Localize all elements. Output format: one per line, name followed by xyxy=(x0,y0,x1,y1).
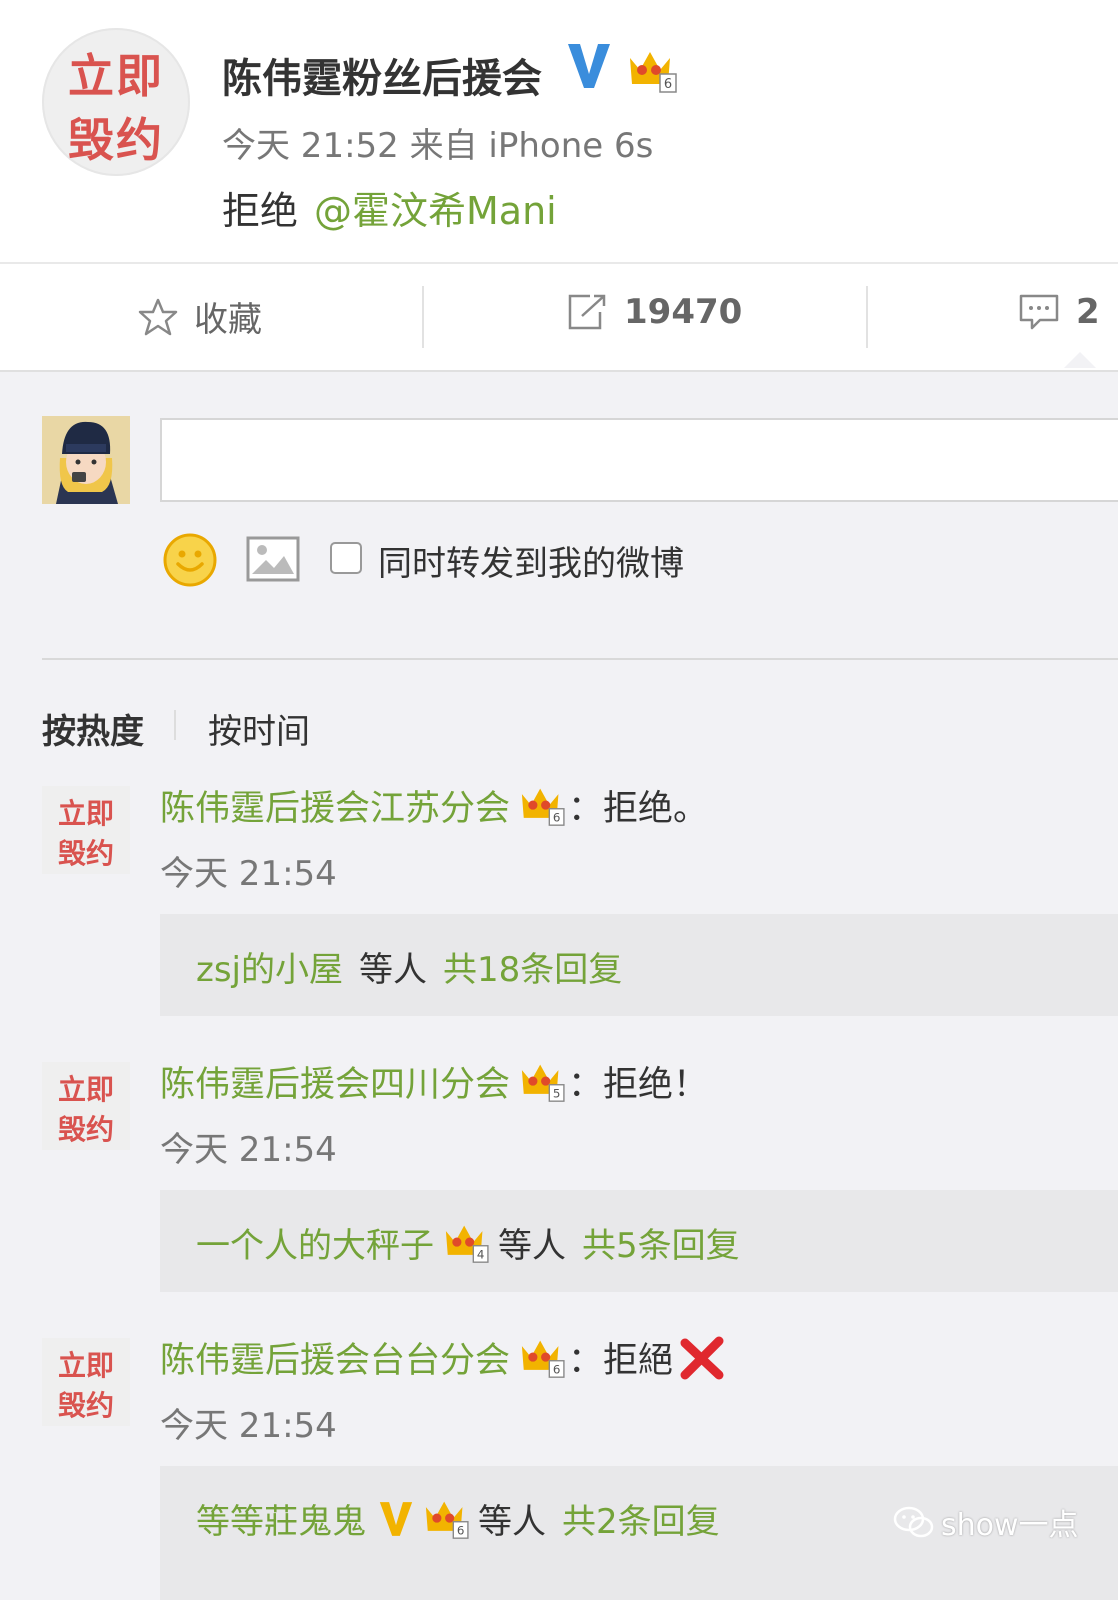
comment-text: ：拒绝！ xyxy=(568,1065,709,1105)
verified-v-icon xyxy=(379,1501,413,1536)
repost-checkbox[interactable] xyxy=(330,542,362,574)
comment-line: 陈伟霆后援会江苏分会 6 ：拒绝。 xyxy=(160,780,708,831)
repost-icon xyxy=(568,294,606,330)
post-time-source: 今天 21:52 来自 iPhone 6s xyxy=(222,126,654,166)
reply-user[interactable]: 等等莊鬼鬼 xyxy=(196,1494,366,1543)
favorite-button[interactable]: 收藏 xyxy=(138,292,262,341)
comment-line: 陈伟霆后援会四川分会 5 ：拒绝！ xyxy=(160,1056,708,1107)
wechat-icon xyxy=(893,1506,934,1538)
action-divider xyxy=(422,286,424,348)
member-crown-icon: 6 xyxy=(630,52,677,93)
tab-sort-hot[interactable]: 按热度 xyxy=(42,704,144,753)
post-content: 拒绝 @霍汶希Mani xyxy=(222,180,557,235)
svg-text:6: 6 xyxy=(664,77,672,92)
comment-input[interactable] xyxy=(160,418,1118,502)
star-icon xyxy=(138,298,178,335)
tab-sort-time[interactable]: 按时间 xyxy=(208,704,310,753)
svg-text:6: 6 xyxy=(457,1523,465,1537)
comment-avatar[interactable]: 立即 毁约 xyxy=(42,1338,130,1426)
action-divider xyxy=(866,286,868,348)
reply-summary-text: zsj的小屋 等人 共18条回复 xyxy=(196,942,622,991)
post-card: 立即 毁约 陈伟霆粉丝后援会 6 今天 21:52 来自 iPhone 6s 拒… xyxy=(0,0,1118,262)
author-avatar[interactable]: 立即 毁约 xyxy=(42,28,190,176)
section-divider xyxy=(42,658,1118,660)
reply-summary[interactable]: 一个人的大秤子 4 等人 共5条回复 xyxy=(160,1190,1118,1292)
comment-count: 2 xyxy=(1076,292,1100,332)
repost-button[interactable]: 19470 xyxy=(566,292,742,332)
member-crown-icon: 6 xyxy=(521,788,565,826)
comment-time: 今天 21:54 xyxy=(160,1130,337,1170)
comment-button[interactable]: 2 xyxy=(1018,292,1100,332)
author-name[interactable]: 陈伟霆粉丝后援会 xyxy=(222,46,542,104)
reply-count[interactable]: 共18条回复 xyxy=(443,942,622,991)
cartoon-avatar-icon xyxy=(42,416,130,504)
comment-user[interactable]: 陈伟霆后援会四川分会 xyxy=(160,1056,510,1107)
comment-user[interactable]: 陈伟霆后援会台台分会 xyxy=(160,1332,510,1383)
comment-user[interactable]: 陈伟霆后援会江苏分会 xyxy=(160,780,510,831)
reply-user[interactable]: 一个人的大秤子 xyxy=(196,1218,434,1267)
reply-mid: 等人 xyxy=(498,1226,566,1266)
comment-icon xyxy=(1019,294,1059,330)
svg-text:4: 4 xyxy=(477,1247,485,1261)
reply-count[interactable]: 共5条回复 xyxy=(582,1218,740,1267)
repost-count: 19470 xyxy=(624,292,743,332)
red-cross-icon xyxy=(680,1336,724,1379)
emoji-icon[interactable] xyxy=(162,532,218,588)
reply-mid: 等人 xyxy=(359,950,428,990)
member-crown-icon: 6 xyxy=(425,1501,469,1539)
reply-mid: 等人 xyxy=(478,1502,546,1542)
tab-divider xyxy=(174,710,176,740)
svg-text:6: 6 xyxy=(553,1362,561,1376)
image-icon[interactable] xyxy=(246,536,300,582)
action-bar: 收藏 19470 2 xyxy=(0,262,1118,372)
reply-summary-text: 等等莊鬼鬼 6 等人 共2条回复 xyxy=(196,1494,720,1543)
active-tab-pointer xyxy=(1064,352,1096,368)
comment-avatar[interactable]: 立即 毁约 xyxy=(42,1062,130,1150)
reply-summary-text: 一个人的大秤子 4 等人 共5条回复 xyxy=(196,1218,740,1267)
wechat-watermark: show一点 xyxy=(893,1500,1079,1544)
comment-text: ：拒绝。 xyxy=(568,789,709,829)
member-crown-icon: 5 xyxy=(521,1064,565,1102)
comment-time: 今天 21:54 xyxy=(160,1406,337,1446)
comment-time: 今天 21:54 xyxy=(160,854,337,894)
svg-text:6: 6 xyxy=(553,810,561,824)
reply-user[interactable]: zsj的小屋 xyxy=(196,942,343,991)
comment-avatar[interactable]: 立即 毁约 xyxy=(42,786,130,874)
reply-count[interactable]: 共2条回复 xyxy=(562,1494,720,1543)
mention-link[interactable]: @霍汶希Mani xyxy=(314,189,557,233)
svg-text:5: 5 xyxy=(553,1086,561,1100)
my-avatar[interactable] xyxy=(42,416,130,504)
member-crown-icon: 6 xyxy=(521,1340,565,1378)
verified-v-icon xyxy=(568,44,610,88)
reply-summary[interactable]: zsj的小屋 等人 共18条回复 xyxy=(160,914,1118,1016)
favorite-label: 收藏 xyxy=(194,300,262,340)
post-text: 拒绝 xyxy=(222,189,299,233)
watermark-text: show一点 xyxy=(941,1508,1079,1543)
comment-line: 陈伟霆后援会台台分会 6 ：拒絕 xyxy=(160,1332,725,1383)
comment-text: ：拒絕 xyxy=(568,1341,674,1381)
repost-checkbox-label[interactable]: 同时转发到我的微博 xyxy=(378,536,684,585)
member-crown-icon: 4 xyxy=(445,1225,489,1263)
